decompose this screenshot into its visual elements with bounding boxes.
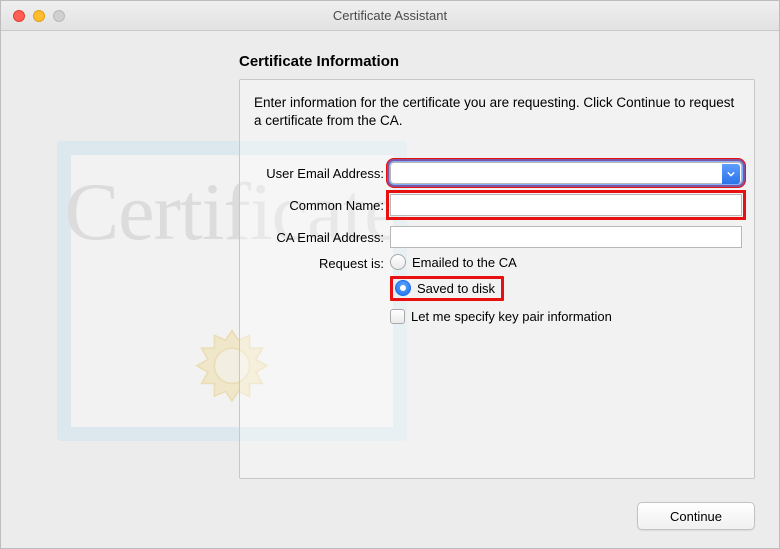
radio-icon	[390, 254, 406, 270]
user-email-label: User Email Address:	[240, 166, 390, 181]
form: User Email Address: Common Name:	[240, 158, 742, 326]
maximize-icon	[53, 10, 65, 22]
titlebar: Certificate Assistant	[1, 1, 779, 31]
ca-email-input[interactable]	[390, 226, 742, 248]
minimize-icon[interactable]	[33, 10, 45, 22]
radio-emailed-to-ca[interactable]: Emailed to the CA	[390, 254, 517, 270]
window-controls	[13, 10, 65, 22]
window: Certificate Assistant Certificate Certif…	[0, 0, 780, 549]
close-icon[interactable]	[13, 10, 25, 22]
continue-button[interactable]: Continue	[637, 502, 755, 530]
instruction-text: Enter information for the certificate yo…	[254, 94, 740, 130]
common-name-field-highlight	[390, 194, 742, 216]
radio-saved-highlight: Saved to disk	[390, 276, 504, 301]
radio-saved-to-disk[interactable]: Saved to disk	[395, 280, 495, 296]
radio-emailed-label: Emailed to the CA	[412, 255, 517, 270]
keypair-checkbox-row[interactable]: Let me specify key pair information	[390, 309, 612, 324]
window-title: Certificate Assistant	[1, 8, 779, 23]
form-panel: Enter information for the certificate yo…	[239, 79, 755, 479]
chevron-down-icon[interactable]	[722, 164, 740, 184]
ca-email-label: CA Email Address:	[240, 230, 390, 245]
request-is-label: Request is:	[240, 254, 390, 271]
checkbox-icon	[390, 309, 405, 324]
page-heading: Certificate Information	[239, 53, 399, 70]
common-name-label: Common Name:	[240, 198, 390, 213]
keypair-checkbox-label: Let me specify key pair information	[411, 309, 612, 324]
content-area: Certificate Certificate Information Ente…	[1, 31, 779, 548]
radio-saved-label: Saved to disk	[417, 281, 495, 296]
common-name-input[interactable]	[390, 194, 742, 216]
user-email-combobox[interactable]	[390, 162, 742, 184]
user-email-field-highlight	[390, 162, 742, 184]
radio-icon	[395, 280, 411, 296]
